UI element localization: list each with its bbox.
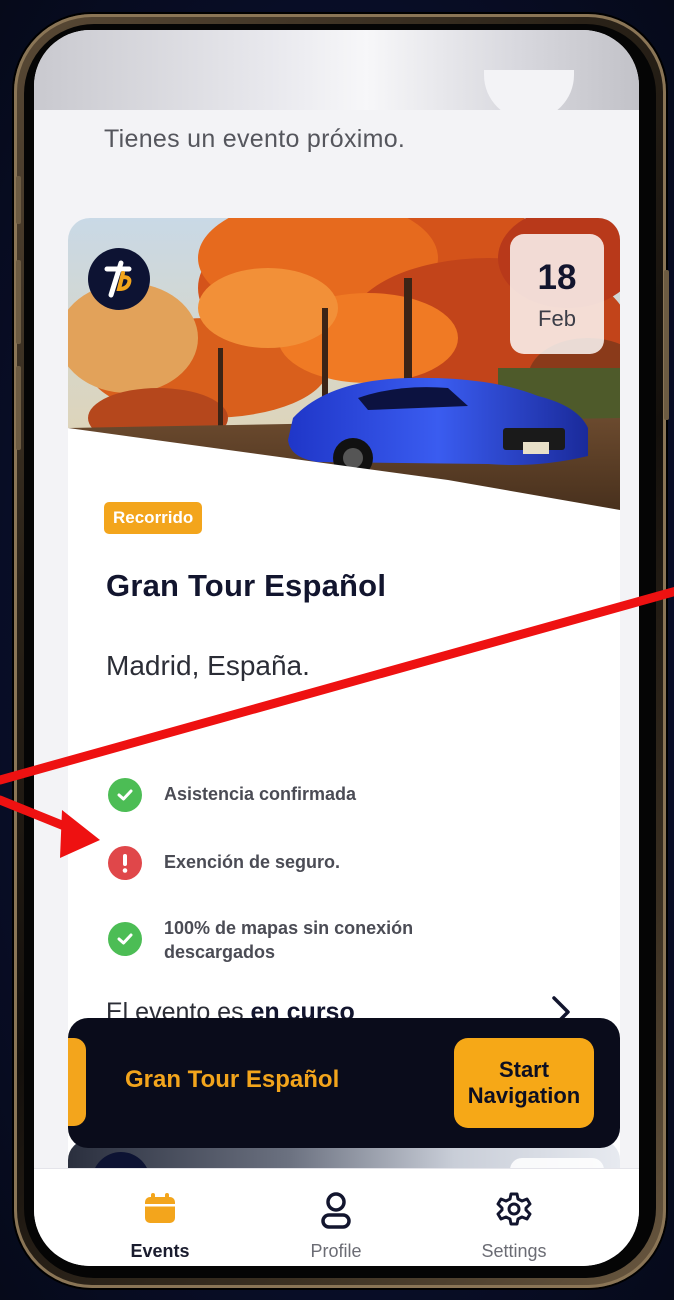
- banner-event-title: Gran Tour Español: [125, 1066, 340, 1093]
- avatar-peek: [484, 70, 574, 120]
- date-day: 18: [537, 258, 577, 297]
- status-insurance-text: Exención de seguro.: [164, 852, 341, 872]
- tab-events-label: Events: [130, 1241, 190, 1261]
- status-attendance: Asistencia confirmada: [108, 778, 356, 812]
- status-offline-maps-line2: descargados: [164, 942, 276, 962]
- date-month: Feb: [538, 306, 576, 331]
- status-attendance-text: Asistencia confirmada: [164, 784, 357, 804]
- banner-accent: [68, 1038, 86, 1126]
- exclamation-icon: [108, 846, 142, 880]
- event-title: Gran Tour Español: [106, 568, 387, 603]
- volume-down-button: [16, 366, 21, 450]
- calendar-icon: [145, 1193, 175, 1223]
- status-offline-maps: 100% de mapas sin conexión descargados: [108, 916, 413, 964]
- greeting-text: Tienes un evento próximo.: [104, 125, 406, 153]
- status-offline-maps-line1: 100% de mapas sin conexión: [164, 918, 414, 938]
- event-location: Madrid, España.: [106, 650, 310, 681]
- event-type-badge: Recorrido: [104, 502, 203, 534]
- check-icon: [108, 922, 142, 956]
- brand-logo-icon: [104, 260, 132, 298]
- date-badge: 18 Feb: [510, 234, 604, 354]
- navigation-banner[interactable]: Gran Tour Español Start Navigation: [68, 1018, 620, 1148]
- brand-logo: [88, 248, 150, 310]
- tab-profile-label: Profile: [310, 1241, 362, 1261]
- tab-bar: Events Profile Settings: [34, 1168, 639, 1266]
- person-icon: [321, 1192, 351, 1229]
- volume-up-button: [16, 260, 21, 344]
- status-insurance[interactable]: Exención de seguro.: [108, 846, 340, 880]
- power-button: [664, 270, 669, 420]
- tab-settings-label: Settings: [481, 1241, 547, 1261]
- check-icon: [108, 778, 142, 812]
- mute-switch: [16, 176, 21, 224]
- app-screen: Tienes un evento próximo. 18 Feb Recorri…: [34, 30, 639, 1266]
- gear-icon: [496, 1192, 532, 1226]
- start-navigation-label-line2: Navigation: [467, 1083, 581, 1108]
- start-navigation-button[interactable]: Start Navigation: [454, 1038, 594, 1128]
- start-navigation-label-line1: Start: [498, 1057, 550, 1082]
